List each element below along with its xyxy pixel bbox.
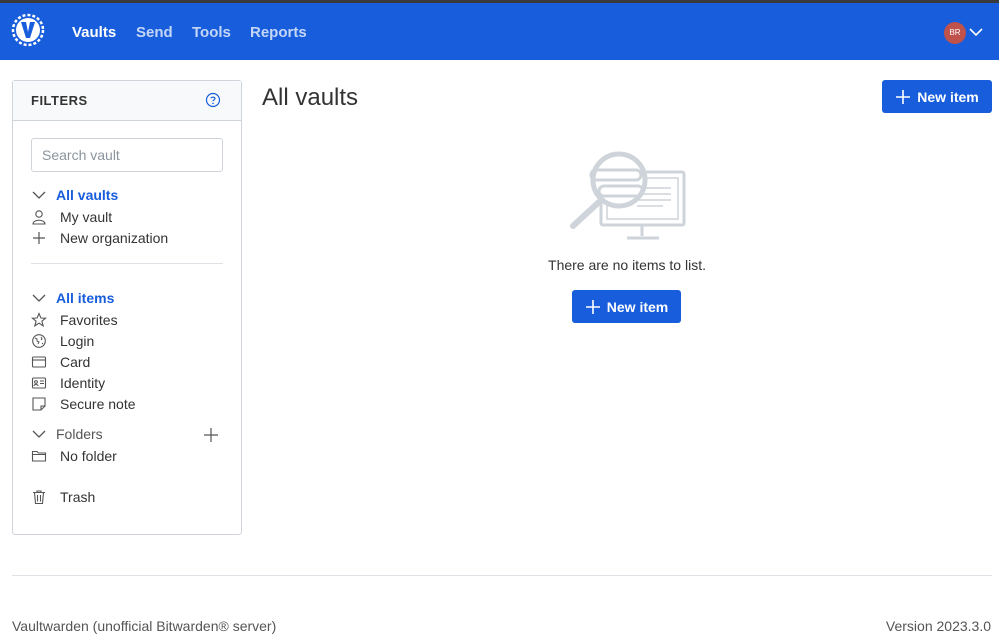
filter-folders[interactable]: Folders: [31, 424, 103, 444]
nav-send[interactable]: Send: [136, 24, 173, 41]
add-folder-plus-icon[interactable]: [203, 427, 219, 443]
filter-identity[interactable]: Identity: [31, 373, 105, 393]
chevron-down-icon[interactable]: [31, 187, 47, 203]
footer-product-text: Vaultwarden (unofficial Bitwarden® serve…: [12, 618, 277, 634]
filter-card[interactable]: Card: [31, 352, 90, 372]
credit-card-icon: [31, 354, 47, 370]
filter-no-folder[interactable]: No folder: [31, 446, 117, 466]
filter-secure-note-label: Secure note: [60, 396, 136, 412]
filter-all-items[interactable]: All items: [31, 288, 114, 308]
nav-tools[interactable]: Tools: [192, 24, 231, 41]
plus-icon: [31, 230, 47, 246]
folder-icon: [31, 448, 47, 464]
vaultwarden-logo-icon[interactable]: [11, 13, 45, 47]
filters-divider: [31, 263, 223, 264]
filter-login-label: Login: [60, 333, 95, 349]
footer-version-text: Version 2023.3.0: [885, 618, 991, 634]
search-vault-input[interactable]: [31, 138, 223, 172]
account-avatar[interactable]: BR: [944, 22, 966, 44]
filter-all-vaults[interactable]: All vaults: [31, 185, 118, 205]
filter-favorites[interactable]: Favorites: [31, 310, 118, 330]
filter-trash[interactable]: Trash: [31, 487, 95, 507]
filter-card-label: Card: [60, 354, 91, 370]
filter-my-vault[interactable]: My vault: [31, 207, 112, 227]
new-item-button-label: New item: [917, 88, 979, 105]
trash-icon: [31, 489, 47, 505]
sticky-note-icon: [31, 396, 47, 412]
filter-identity-label: Identity: [60, 375, 106, 391]
caret-down-icon[interactable]: [969, 27, 983, 37]
id-card-icon: [31, 375, 47, 391]
empty-state-text: There are no items to list.: [548, 257, 706, 273]
filter-secure-note[interactable]: Secure note: [31, 394, 136, 414]
empty-new-item-button[interactable]: New item: [572, 290, 681, 323]
filter-new-organization[interactable]: New organization: [31, 228, 168, 248]
filters-panel: FILTERS All vaults My vault New organiza…: [12, 80, 242, 535]
nav-reports[interactable]: Reports: [250, 24, 307, 41]
chevron-down-icon[interactable]: [31, 290, 47, 306]
filter-my-vault-label: My vault: [60, 209, 113, 225]
filters-header: FILTERS: [13, 81, 241, 121]
help-icon[interactable]: [205, 92, 221, 108]
page-title: All vaults: [262, 84, 359, 111]
chevron-down-icon[interactable]: [31, 426, 47, 442]
empty-search-illustration-icon: [570, 151, 686, 240]
user-icon: [31, 209, 47, 225]
filter-trash-label: Trash: [60, 489, 96, 505]
filter-folders-label: Folders: [56, 426, 103, 442]
filter-no-folder-label: No folder: [60, 448, 117, 464]
globe-icon: [31, 333, 47, 349]
plus-icon: [585, 299, 600, 314]
nav-vaults[interactable]: Vaults: [72, 24, 116, 41]
filter-all-items-label: All items: [56, 290, 115, 306]
star-icon: [31, 312, 47, 328]
filter-favorites-label: Favorites: [60, 312, 118, 328]
filter-all-vaults-label: All vaults: [56, 187, 119, 203]
filter-new-organization-label: New organization: [60, 230, 169, 246]
new-item-button[interactable]: New item: [882, 80, 992, 113]
empty-new-item-button-label: New item: [606, 298, 669, 315]
filters-title: FILTERS: [31, 93, 88, 108]
top-navbar: Vaults Send Tools Reports BR: [0, 3, 999, 60]
plus-icon: [896, 89, 911, 104]
footer-divider: [12, 575, 992, 576]
filter-login[interactable]: Login: [31, 331, 94, 351]
